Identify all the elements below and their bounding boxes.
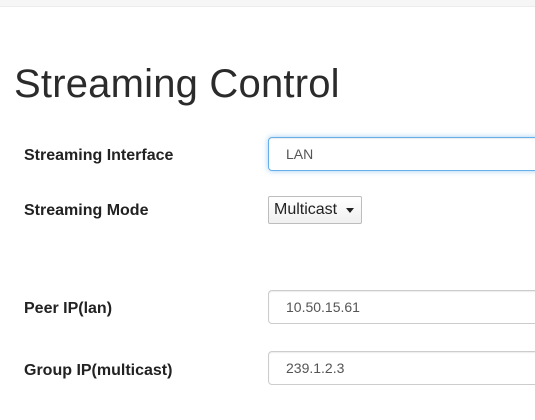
- group-ip-input[interactable]: [268, 351, 535, 385]
- top-strip: [0, 0, 535, 7]
- streaming-mode-selected-value: Multicast: [274, 201, 338, 218]
- streaming-interface-label: Streaming Interface: [24, 147, 174, 164]
- streaming-interface-input[interactable]: [268, 137, 535, 171]
- peer-ip-input[interactable]: [268, 290, 535, 324]
- peer-ip-label: Peer IP(lan): [24, 300, 113, 317]
- streaming-mode-select[interactable]: Multicast: [268, 196, 363, 224]
- streaming-control-page: Streaming Control Streaming Interface St…: [0, 0, 535, 420]
- streaming-mode-label: Streaming Mode: [24, 202, 149, 219]
- caret-down-icon: [346, 207, 355, 213]
- page-title: Streaming Control: [14, 62, 340, 106]
- group-ip-label: Group IP(multicast): [24, 362, 173, 379]
